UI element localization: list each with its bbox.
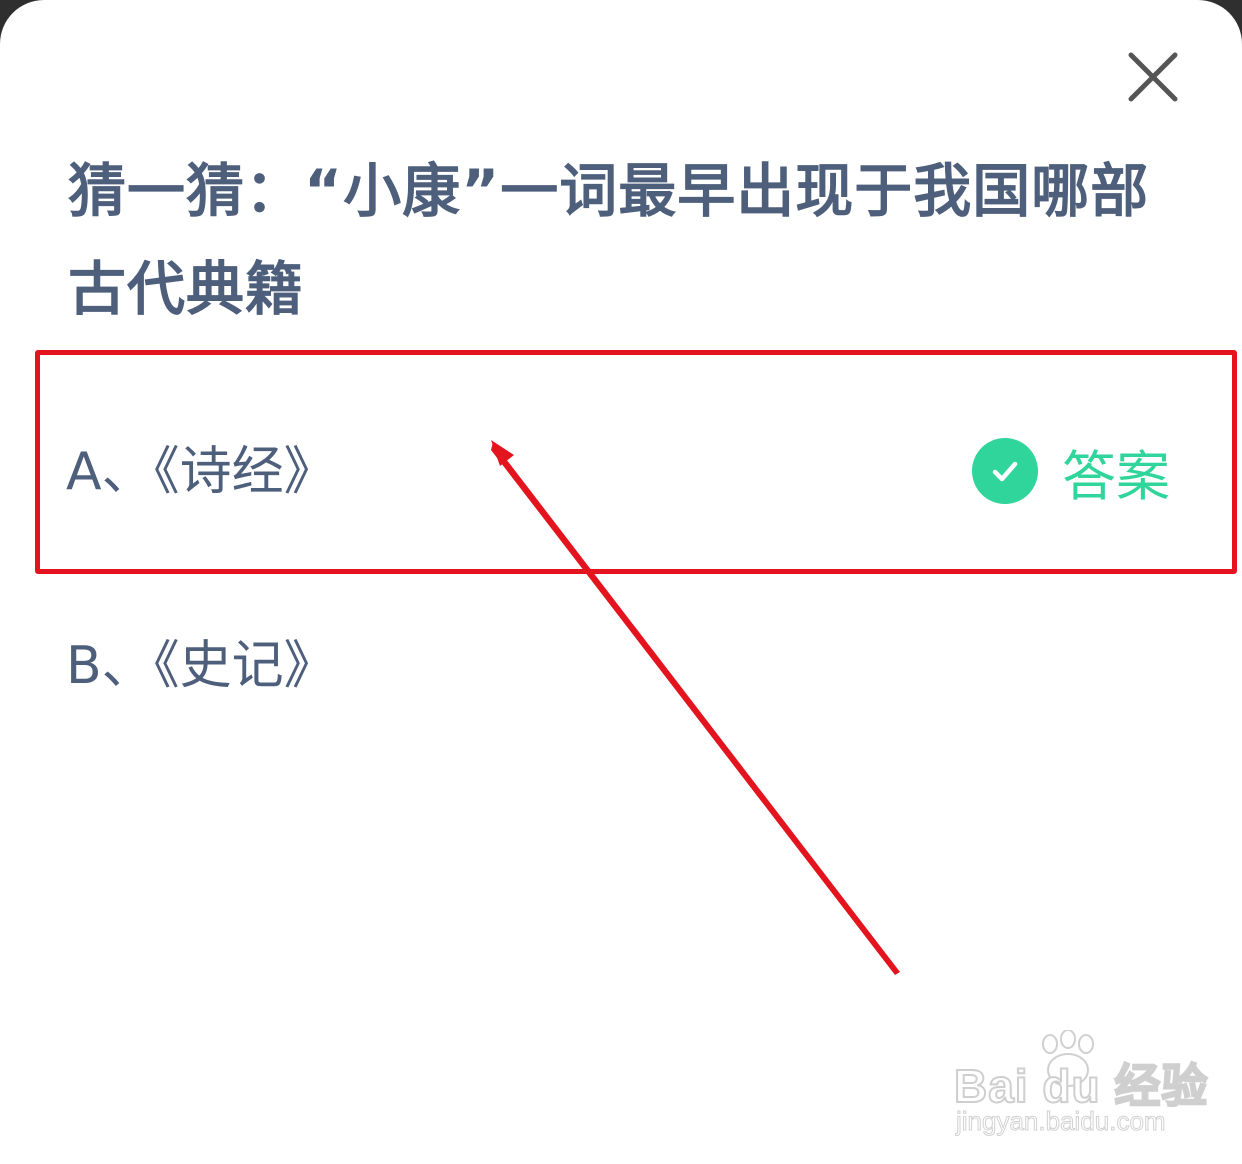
question-title: 猜一猜：“小康”一词最早出现于我国哪部古代典籍	[68, 157, 1150, 323]
close-icon	[1128, 52, 1178, 102]
watermark-logo: Bai du 经验	[953, 1059, 1209, 1113]
watermark-url: jingyan.baidu.com	[956, 1106, 1167, 1137]
answer-label: 答案	[1062, 444, 1170, 508]
quiz-dialog: 猜一猜：“小康”一词最早出现于我国哪部古代典籍 A、《诗经》 答案 B、《史记》	[0, 0, 1242, 1164]
paw-icon	[1042, 1030, 1094, 1087]
option-b-label: B、《史记》	[66, 636, 336, 696]
answer-badge: 答案	[972, 437, 1170, 508]
option-b[interactable]: B、《史记》	[0, 596, 1242, 736]
close-button[interactable]	[1120, 44, 1186, 110]
check-circle-icon	[972, 438, 1038, 504]
option-a[interactable]: A、《诗经》 答案	[0, 402, 1242, 542]
baidu-jingyan-watermark: Bai du 经验 jingyan.baidu.com	[950, 1030, 1208, 1140]
option-a-label: A、《诗经》	[66, 442, 336, 502]
